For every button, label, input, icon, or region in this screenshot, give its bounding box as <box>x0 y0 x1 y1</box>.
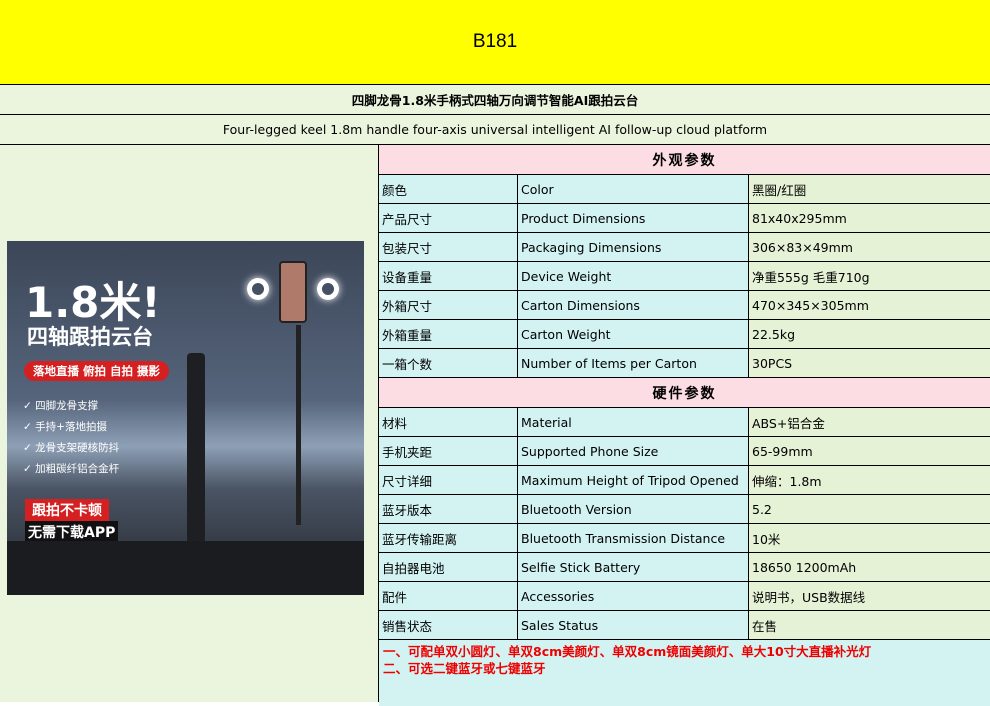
feature-list: ✓ 四脚龙骨支撑 ✓ 手持+落地拍摄 ✓ 龙骨支架硬核防抖 ✓ 加粗碳纤铝合金杆 <box>23 400 120 475</box>
spec-name-en: Selfie Stick Battery <box>518 553 749 581</box>
spec-row: 蓝牙传输距离 Bluetooth Transmission Distance 10米 <box>379 524 990 553</box>
spec-name-en: Carton Dimensions <box>518 291 749 319</box>
spec-row: 尺寸详细 Maximum Height of Tripod Opened 伸缩：1.… <box>379 466 990 495</box>
spec-row: 颜色 Color 黑圈/红圈 <box>379 175 990 204</box>
product-code: B181 <box>472 31 518 52</box>
spec-value: 伸缩：1.8m <box>749 466 990 494</box>
spec-name-en: Sales Status <box>518 611 749 639</box>
image-subhead: 四轴跟拍云台 <box>27 325 153 349</box>
notes: 一、可配单双小圆灯、单双8cm美颜灯、单双8cm镜面美颜灯、单大10寸大直播补光… <box>379 640 990 706</box>
spec-value: 470×345×305mm <box>749 291 990 319</box>
spec-value: 5.2 <box>749 495 990 523</box>
note: 一、可配单双小圆灯、单双8cm美颜灯、单双8cm镜面美颜灯、单大10寸大直播补光… <box>383 644 872 659</box>
spec-name-cn: 蓝牙版本 <box>379 495 518 523</box>
spec-row: 包装尺寸 Packaging Dimensions 306×83×49mm <box>379 233 990 262</box>
spec-value: 30PCS <box>749 349 990 377</box>
spec-name-en: Color <box>518 175 749 203</box>
rock-base <box>7 541 364 595</box>
title-en: Four-legged keel 1.8m handle four-axis u… <box>222 122 768 137</box>
spec-name-cn: 材料 <box>379 408 518 436</box>
spec-name-cn: 自拍器电池 <box>379 553 518 581</box>
product-code-header: B181 <box>0 0 990 85</box>
spec-value: 净重555g 毛重710g <box>749 262 990 290</box>
selfie-stick <box>187 353 205 553</box>
spec-row: 外箱重量 Carton Weight 22.5kg <box>379 320 990 349</box>
badge-red: 跟拍不卡顿 <box>25 499 109 521</box>
spec-value: 18650 1200mAh <box>749 553 990 581</box>
image-tag: 落地直播 俯拍 自拍 摄影 <box>24 361 170 381</box>
spec-row: 设备重量 Device Weight 净重555g 毛重710g <box>379 262 990 291</box>
spec-name-en: Packaging Dimensions <box>518 233 749 261</box>
tripod-pole <box>296 325 301 525</box>
spec-table: 外观参数 颜色 Color 黑圈/红圈 产品尺寸 Product Dimensions 8… <box>379 145 990 706</box>
spec-value: 10米 <box>749 524 990 552</box>
note: 二、可选二键蓝牙或七键蓝牙 <box>383 661 546 676</box>
section-header-hardware: 硬件参数 <box>379 378 990 408</box>
title-cn-row: 四脚龙骨1.8米手柄式四轴万向调节智能AI跟拍云台 <box>0 85 990 115</box>
spec-row: 销售状态 Sales Status 在售 <box>379 611 990 640</box>
spec-value: 65-99mm <box>749 437 990 465</box>
spec-row: 手机夹距 Supported Phone Size 65-99mm <box>379 437 990 466</box>
product-image: 1.8米! 四轴跟拍云台 落地直播 俯拍 自拍 摄影 ✓ 四脚龙骨支撑 ✓ 手持… <box>7 241 364 595</box>
spec-name-cn: 设备重量 <box>379 262 518 290</box>
spec-name-cn: 一箱个数 <box>379 349 518 377</box>
spec-value: 22.5kg <box>749 320 990 348</box>
spec-name-en: Number of Items per Carton <box>518 349 749 377</box>
spec-name-en: Maximum Height of Tripod Opened <box>518 466 749 494</box>
spec-name-en: Product Dimensions <box>518 204 749 232</box>
title-cn: 四脚龙骨1.8米手柄式四轴万向调节智能AI跟拍云台 <box>351 93 639 108</box>
spec-name-cn: 手机夹距 <box>379 437 518 465</box>
spec-row: 产品尺寸 Product Dimensions 81x40x295mm <box>379 204 990 233</box>
spec-row: 配件 Accessories 说明书，USB数据线 <box>379 582 990 611</box>
phone-illustration <box>279 261 307 323</box>
spec-name-cn: 配件 <box>379 582 518 610</box>
spec-value: 黑圈/红圈 <box>749 175 990 203</box>
feature: 加粗碳纤铝合金杆 <box>35 463 120 475</box>
spec-name-en: Material <box>518 408 749 436</box>
ring-light-left <box>247 278 269 300</box>
spec-value: 说明书，USB数据线 <box>749 582 990 610</box>
spec-row: 外箱尺寸 Carton Dimensions 470×345×305mm <box>379 291 990 320</box>
title-en-row: Four-legged keel 1.8m handle four-axis u… <box>0 115 990 145</box>
spec-name-cn: 外箱尺寸 <box>379 291 518 319</box>
feature: 龙骨支架硬核防抖 <box>35 442 120 454</box>
spec-name-cn: 尺寸详细 <box>379 466 518 494</box>
spec-name-en: Supported Phone Size <box>518 437 749 465</box>
spec-name-en: Carton Weight <box>518 320 749 348</box>
spec-name-en: Bluetooth Version <box>518 495 749 523</box>
spec-name-cn: 外箱重量 <box>379 320 518 348</box>
spec-value: ABS+铝合金 <box>749 408 990 436</box>
spec-name-cn: 蓝牙传输距离 <box>379 524 518 552</box>
spec-row: 一箱个数 Number of Items per Carton 30PCS <box>379 349 990 378</box>
spec-value: 在售 <box>749 611 990 639</box>
spec-name-cn: 颜色 <box>379 175 518 203</box>
spec-name-en: Accessories <box>518 582 749 610</box>
spec-row: 材料 Material ABS+铝合金 <box>379 408 990 437</box>
spec-row: 蓝牙版本 Bluetooth Version 5.2 <box>379 495 990 524</box>
ring-light-right <box>317 278 339 300</box>
badge-black: 无需下载APP <box>25 521 119 543</box>
spec-row: 自拍器电池 Selfie Stick Battery 18650 1200mAh <box>379 553 990 582</box>
feature: 手持+落地拍摄 <box>35 421 107 433</box>
spec-name-cn: 销售状态 <box>379 611 518 639</box>
spec-name-en: Device Weight <box>518 262 749 290</box>
spec-name-cn: 产品尺寸 <box>379 204 518 232</box>
spec-name-cn: 包装尺寸 <box>379 233 518 261</box>
spec-value: 81x40x295mm <box>749 204 990 232</box>
feature: 四脚龙骨支撑 <box>35 400 99 412</box>
spec-name-en: Bluetooth Transmission Distance <box>518 524 749 552</box>
section-header-appearance: 外观参数 <box>379 145 990 175</box>
spec-value: 306×83×49mm <box>749 233 990 261</box>
